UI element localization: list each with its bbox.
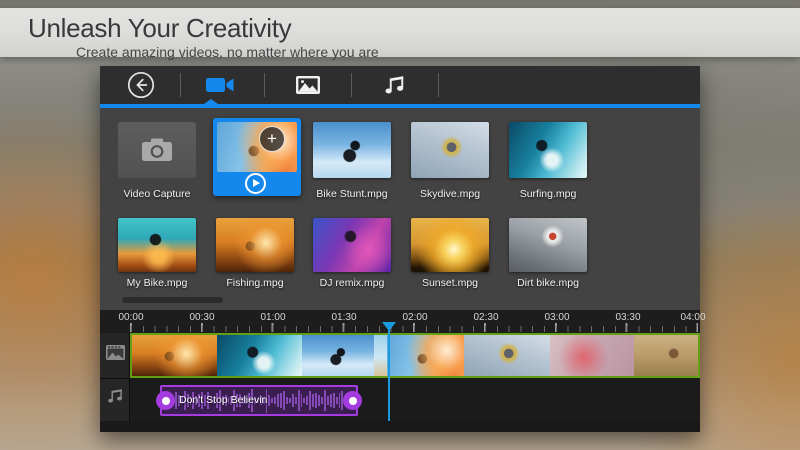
play-icon[interactable] [245, 173, 266, 194]
tab-video-library[interactable] [192, 70, 248, 100]
grid-scrollbar[interactable] [122, 297, 223, 303]
timeline-audio-track[interactable]: Don't Stop Believin [130, 378, 700, 421]
ruler-label: 01:30 [319, 312, 369, 323]
tile-label: Skydive.mpg [401, 188, 499, 200]
timeline-video-track[interactable] [130, 333, 700, 378]
tile-label: Fishing.mpg [206, 277, 304, 289]
timeline-ruler[interactable]: 00:00 00:30 01:00 01:30 02:00 02:30 03:0… [100, 310, 700, 333]
banner-title: Unleash Your Creativity [28, 13, 291, 44]
media-thumb-dirt-bike[interactable] [509, 218, 587, 272]
playhead-line [388, 324, 390, 421]
timeline-clip-blurred[interactable] [550, 335, 634, 376]
ruler-label: 03:00 [532, 312, 582, 323]
tile-label: Dirt bike.mpg [499, 277, 597, 289]
trim-handle-left[interactable] [156, 391, 175, 410]
ruler-label: 03:30 [603, 312, 653, 323]
banner-subtitle: Create amazing videos, no matter where y… [76, 44, 379, 60]
track-divider [100, 378, 130, 379]
tile-label: Video Capture [108, 188, 206, 200]
timeline-clip-field-bike[interactable] [634, 335, 698, 376]
tile-label: My Bike.mpg [108, 277, 206, 289]
media-thumb-my-bike[interactable] [118, 218, 196, 272]
tab-divider [264, 73, 265, 97]
tab-bar [100, 66, 700, 104]
timeline-clip-beach-jump[interactable] [387, 335, 464, 376]
timeline-clip-surfing[interactable] [217, 335, 302, 376]
camera-icon [140, 137, 174, 163]
media-thumb-dj-remix[interactable] [313, 218, 391, 272]
music-note-icon [384, 74, 406, 96]
media-thumb-fishing[interactable] [216, 218, 294, 272]
video-capture-tile[interactable] [118, 122, 196, 178]
tab-photo-library[interactable] [280, 70, 336, 100]
ruler-label: 04:00 [668, 312, 718, 323]
media-grid: Video Capture + Bike Stunt.mpg Skydive.m… [100, 108, 700, 310]
video-camera-icon [205, 75, 235, 95]
timeline-clip-fishing[interactable] [132, 335, 217, 376]
tile-label: DJ remix.mpg [303, 277, 401, 289]
audio-clip[interactable]: Don't Stop Believin [160, 385, 358, 416]
timeline: 00:00 00:30 01:00 01:30 02:00 02:30 03:0… [100, 310, 700, 432]
ruler-label: 00:00 [106, 312, 156, 323]
media-thumb-bike-stunt[interactable] [313, 122, 391, 178]
timeline-clip-skydive[interactable] [464, 335, 550, 376]
ruler-label: 02:30 [461, 312, 511, 323]
media-thumb-surfing[interactable] [509, 122, 587, 178]
active-tab-caret [204, 99, 218, 104]
photo-icon [295, 75, 321, 95]
tab-divider [438, 73, 439, 97]
tab-divider [180, 73, 181, 97]
media-thumb-skydive[interactable] [411, 122, 489, 178]
tile-label: Surfing.mpg [499, 188, 597, 200]
selected-clip-tile[interactable]: + [213, 118, 301, 196]
playhead-handle[interactable] [382, 322, 396, 331]
promo-banner: Unleash Your Creativity Create amazing v… [0, 8, 800, 57]
audio-clip-title: Don't Stop Believin [179, 387, 267, 414]
timeline-clip-bike-stunt[interactable] [302, 335, 374, 376]
media-thumb-sunset[interactable] [411, 218, 489, 272]
track-header-column [100, 333, 130, 421]
trim-handle-right[interactable] [343, 391, 362, 410]
app-panel: Video Capture + Bike Stunt.mpg Skydive.m… [100, 66, 700, 432]
back-arrow-icon [127, 71, 155, 99]
back-button[interactable] [113, 70, 169, 100]
video-track-icon [105, 344, 126, 361]
timeline-clip-beach[interactable] [374, 335, 387, 376]
selected-clip-thumbnail [217, 122, 297, 172]
ruler-label: 01:00 [248, 312, 298, 323]
ruler-minor-ticks [131, 326, 697, 332]
audio-track-icon [107, 387, 124, 405]
add-icon[interactable]: + [259, 126, 285, 152]
tab-divider [351, 73, 352, 97]
tile-label: Sunset.mpg [401, 277, 499, 289]
tab-music-library[interactable] [367, 70, 423, 100]
ruler-label: 00:30 [177, 312, 227, 323]
ruler-label: 02:00 [390, 312, 440, 323]
tile-label: Bike Stunt.mpg [303, 188, 401, 200]
